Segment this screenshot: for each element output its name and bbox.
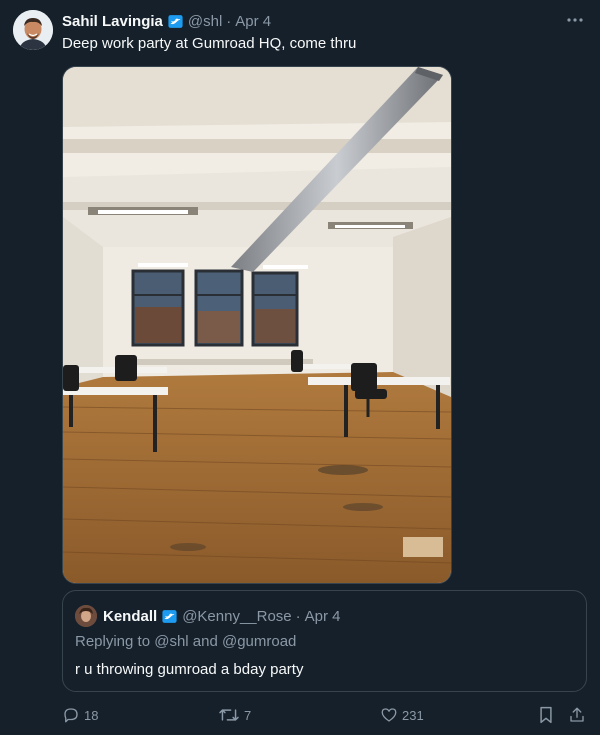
quote-author-name[interactable]: Kendall bbox=[103, 608, 157, 625]
retweet-icon bbox=[218, 706, 240, 724]
retweet-button[interactable]: 7 bbox=[218, 705, 251, 725]
retweet-count: 7 bbox=[244, 707, 252, 723]
author-name[interactable]: Sahil Lavingia bbox=[62, 13, 163, 30]
tweet-date[interactable]: Apr 4 bbox=[235, 13, 271, 30]
reply-icon bbox=[62, 706, 80, 724]
author-handle[interactable]: @shl bbox=[188, 13, 222, 30]
quote-author-handle[interactable]: @Kenny__Rose bbox=[182, 608, 291, 625]
verified-badge-icon bbox=[167, 13, 184, 30]
verified-badge-icon bbox=[161, 608, 178, 625]
tweet-text: Deep work party at Gumroad HQ, come thru bbox=[62, 35, 357, 52]
more-options-icon[interactable] bbox=[564, 10, 586, 30]
separator-dot: · bbox=[226, 12, 232, 30]
tweet-header: Sahil Lavingia @shl · Apr 4 bbox=[62, 11, 271, 31]
share-button[interactable] bbox=[568, 705, 586, 725]
quote-text: r u throwing gumroad a bday party bbox=[75, 661, 304, 678]
quote-header: Kendall @Kenny__Rose · Apr 4 bbox=[75, 605, 341, 627]
like-button[interactable]: 231 bbox=[380, 705, 424, 725]
separator-dot: · bbox=[295, 607, 301, 625]
quote-date[interactable]: Apr 4 bbox=[305, 608, 341, 625]
bookmark-icon bbox=[538, 706, 554, 724]
bookmark-button[interactable] bbox=[538, 705, 554, 725]
quote-author-avatar[interactable] bbox=[75, 605, 97, 627]
quoted-tweet[interactable]: Kendall @Kenny__Rose · Apr 4 Replying to… bbox=[62, 590, 587, 692]
action-bar: 18 7 231 bbox=[62, 705, 592, 725]
reply-button[interactable]: 18 bbox=[62, 705, 98, 725]
like-count: 231 bbox=[402, 707, 424, 723]
reply-count: 18 bbox=[84, 707, 99, 723]
replying-to: Replying to @shl and @gumroad bbox=[75, 633, 297, 650]
heart-icon bbox=[380, 706, 398, 724]
tweet-photo[interactable] bbox=[62, 66, 452, 584]
author-avatar[interactable] bbox=[13, 10, 53, 50]
share-icon bbox=[568, 706, 586, 724]
